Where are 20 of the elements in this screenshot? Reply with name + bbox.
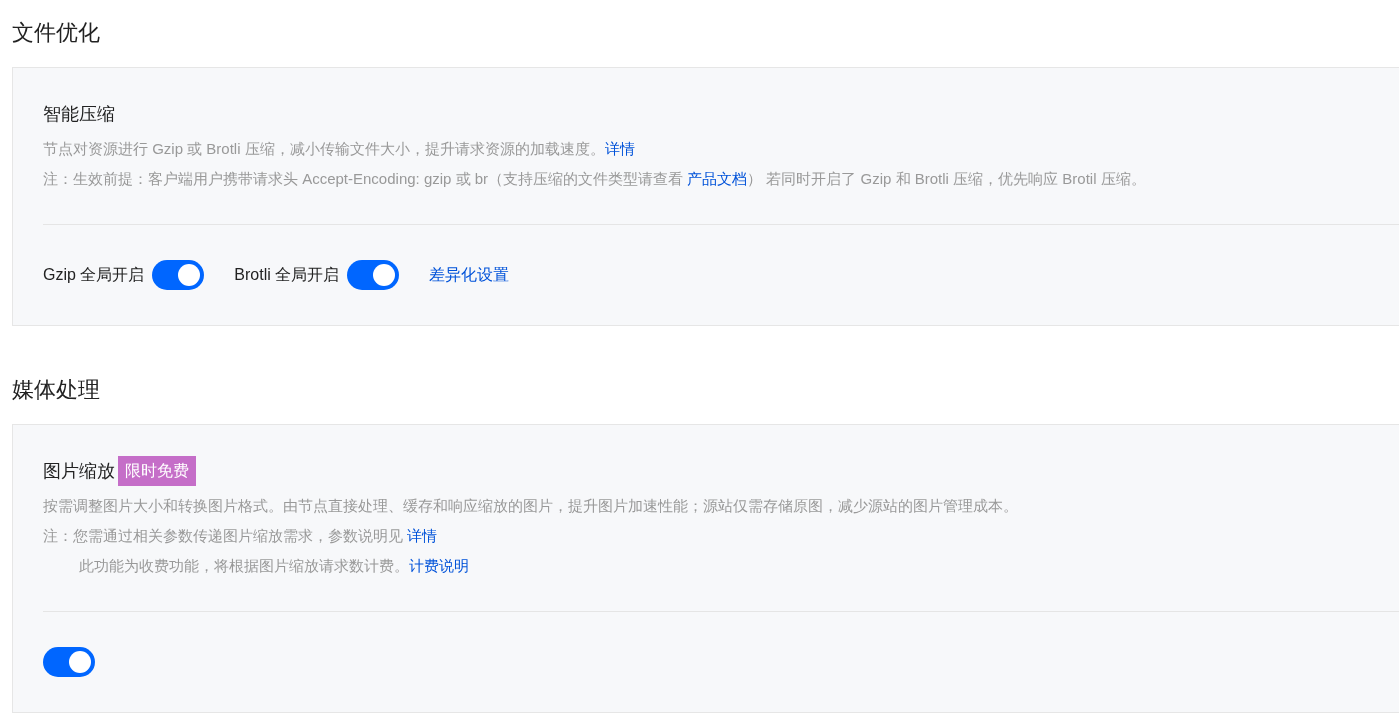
section-title: 媒体处理	[12, 376, 101, 404]
description-text: 节点对资源进行 Gzip 或 Brotli 压缩，减小传输文件大小，提升请求资源的加载速度。详情	[43, 139, 636, 159]
card-title: 图片缩放	[43, 459, 115, 483]
card-title: 智能压缩	[43, 102, 115, 126]
section-title: 文件优化	[12, 19, 101, 47]
toggle-switch[interactable]	[43, 647, 95, 677]
link[interactable]: 详情	[407, 527, 438, 544]
note-text: 注：您需通过相关参数传递图片缩放需求，参数说明见 详情	[43, 526, 439, 546]
badge: 限时免费	[118, 456, 196, 486]
toggle-label: Gzip 全局开启	[43, 265, 145, 285]
link[interactable]: 详情	[604, 140, 635, 157]
toggle-switch[interactable]	[152, 260, 205, 290]
note-text: 注：生效前提：客户端用户携带请求头 Accept-Encoding: gzip 或 br（支持压缩的文件类型请查看 产品文档） 若同时开启了 Gzip 和 Brotli 压缩，优先响应 Brotil 压缩。	[43, 169, 1147, 189]
note-text: 此功能为收费功能，将根据图片缩放请求数计费。计费说明	[78, 556, 470, 576]
toggle-switch[interactable]	[347, 260, 400, 290]
description-text: 按需调整图片大小和转换图片格式。由节点直接处理、缓存和响应缩放的图片，提升图片加速性能；源站仅需存储原图，减少源站的图片管理成本。	[43, 496, 1019, 516]
toggle-label: Brotli 全局开启	[234, 265, 340, 285]
settings-link[interactable]: 差异化设置	[429, 263, 510, 287]
link[interactable]: 产品文档	[687, 170, 748, 187]
link[interactable]: 计费说明	[409, 557, 469, 574]
